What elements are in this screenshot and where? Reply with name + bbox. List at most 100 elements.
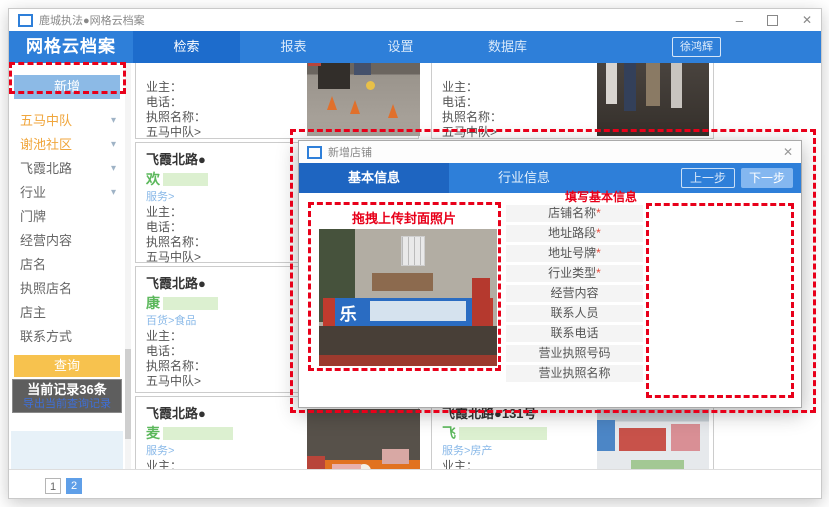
card-name: 康 xyxy=(146,293,218,313)
tab-basic-info[interactable]: 基本信息 xyxy=(299,163,449,193)
main-nav: 检索 报表 设置 数据库 xyxy=(133,31,561,63)
photo-red-cloth xyxy=(308,63,320,66)
shop-name: 飞 xyxy=(442,425,456,441)
sidebar: 新增 五马中队 ▾ 谢池社区▾ 飞霞北路 ▾ 行业 ▾ 门牌 经营内容 店名 执照店名… xyxy=(9,63,125,469)
sidebar-item-contact[interactable]: 联系方式 xyxy=(9,325,125,349)
sidebar-item-label: 店名 xyxy=(20,257,46,272)
name-redaction xyxy=(163,297,218,310)
card-field-list: 业主： 电话： 执照名称： 五马中队> xyxy=(146,205,208,265)
close-button[interactable]: ✕ xyxy=(802,13,812,27)
user-button[interactable]: 徐鸿辉 xyxy=(672,37,721,57)
field-owner: 业主： xyxy=(146,80,206,95)
photo-sign-text-red xyxy=(619,428,666,451)
field-squad-link[interactable]: 五马中队> xyxy=(146,250,208,265)
photo-blur-patch xyxy=(382,449,409,464)
nav-tab-search[interactable]: 检索 xyxy=(133,31,240,63)
query-button[interactable]: 查询 xyxy=(14,355,120,377)
nav-tab-settings[interactable]: 设置 xyxy=(347,31,454,63)
prev-step-button[interactable]: 上一步 xyxy=(681,168,735,188)
nav-tab-database[interactable]: 数据库 xyxy=(454,31,561,63)
sidebar-item-business-content[interactable]: 经营内容 xyxy=(9,229,125,253)
sidebar-item-shop-name[interactable]: 店名 xyxy=(9,253,125,277)
photo-sign-red-cap xyxy=(323,298,335,327)
photo-traffic-cone xyxy=(388,104,398,118)
dialog-close-icon[interactable]: ✕ xyxy=(783,145,793,159)
shop-name: 欢 xyxy=(146,171,160,187)
card-info: 飞霞北路● 麦 服务> 业主： xyxy=(146,405,233,469)
field-license: 执照名称： xyxy=(146,110,206,125)
record-card[interactable]: 业主： 电话： 执照名称： 五马中队> xyxy=(431,63,714,139)
sidebar-item-label: 五马中队 xyxy=(20,113,72,128)
card-category-link[interactable]: 百货>食品 xyxy=(146,313,218,329)
form-label-business-content: 经营内容 xyxy=(506,285,643,302)
storefront-photo[interactable] xyxy=(597,409,709,469)
form-label-address-number: 地址号牌* xyxy=(506,245,643,262)
photo-hanging-clothes xyxy=(646,63,659,106)
minimize-button[interactable]: – xyxy=(736,13,743,28)
chevron-down-icon[interactable]: ▾ xyxy=(111,109,116,133)
app-logo: 网格云档案 xyxy=(9,31,133,63)
card-field-list: 业主： 电话： 执照名称： 五马中队> xyxy=(146,329,218,389)
sidebar-item-label: 行业 xyxy=(20,185,46,200)
card-category-link[interactable]: 服务> xyxy=(146,189,208,205)
photo-blue-trim xyxy=(597,420,615,452)
shop-name: 康 xyxy=(146,295,160,311)
form-label-road-section: 地址路段* xyxy=(506,225,643,242)
sidebar-item-wuma-squad[interactable]: 五马中队 ▾ xyxy=(9,109,125,133)
field-squad-link[interactable]: 五马中队> xyxy=(146,374,218,389)
dialog-titlebar: 新增店铺 ✕ xyxy=(299,141,801,163)
upload-cover-photo[interactable]: 乐 xyxy=(319,229,497,366)
form-label-text: 店铺名称 xyxy=(548,206,596,220)
storefront-photo[interactable] xyxy=(307,63,420,136)
record-card[interactable]: 业主： 电话： 执照名称： 五马中队> xyxy=(135,63,419,139)
storefront-photo[interactable] xyxy=(597,63,709,136)
field-squad-link[interactable]: 五马中队> xyxy=(442,125,502,140)
field-phone: 电话： xyxy=(146,95,206,110)
form-label-text: 营业执照号码 xyxy=(538,346,610,360)
card-field-list: 业主： 电话： 执照名称： 五马中队> xyxy=(442,80,502,140)
sidebar-filter-list: 五马中队 ▾ 谢池社区▾ 飞霞北路 ▾ 行业 ▾ 门牌 经营内容 店名 执照店名 店主… xyxy=(9,109,125,349)
dialog-title: 新增店铺 xyxy=(328,144,372,160)
nav-tab-reports[interactable]: 报表 xyxy=(240,31,347,63)
photo-hanging-clothes xyxy=(606,63,617,104)
field-squad-link[interactable]: 五马中队> xyxy=(146,125,206,140)
photo-awning-box xyxy=(372,273,433,291)
required-asterisk: * xyxy=(596,206,601,220)
chevron-down-icon[interactable]: ▾ xyxy=(111,157,116,181)
dialog-tabbar: 基本信息 行业信息 上一步 下一步 xyxy=(299,163,801,193)
sidebar-item-label: 店主 xyxy=(20,305,46,320)
form-label-text: 地址路段 xyxy=(548,226,596,240)
chevron-down-icon[interactable]: ▾ xyxy=(111,133,116,157)
sidebar-item-door-plate[interactable]: 门牌 xyxy=(9,205,125,229)
photo-sign-char: 乐 xyxy=(340,300,357,325)
card-title: 飞霞北路● xyxy=(146,151,208,169)
sidebar-item-label: 经营内容 xyxy=(20,233,72,248)
tab-industry-info[interactable]: 行业信息 xyxy=(449,163,599,193)
sidebar-item-feixia-road[interactable]: 飞霞北路 ▾ xyxy=(9,157,125,181)
add-button[interactable]: 新增 xyxy=(14,75,120,99)
field-owner: 业主： xyxy=(146,459,233,469)
sidebar-item-xiechi-community[interactable]: 谢池社区▾ xyxy=(9,133,125,157)
next-step-button[interactable]: 下一步 xyxy=(741,168,793,188)
page-button-2[interactable]: 2 xyxy=(66,478,82,494)
export-link[interactable]: 导出当前查询记录 xyxy=(13,398,121,411)
card-category-link[interactable]: 服务> xyxy=(146,443,233,459)
card-category-link[interactable]: 服务>房产 xyxy=(442,443,547,459)
photo-window xyxy=(401,236,425,266)
sidebar-item-industry[interactable]: 行业 ▾ xyxy=(9,181,125,205)
maximize-button[interactable] xyxy=(767,15,778,26)
chevron-down-icon[interactable]: ▾ xyxy=(111,181,116,205)
sidebar-item-label: 飞霞北路 xyxy=(20,161,72,176)
page-button-1[interactable]: 1 xyxy=(45,478,61,494)
storefront-photo[interactable] xyxy=(307,409,420,469)
photo-red-banner xyxy=(307,456,325,469)
sidebar-item-label: 门牌 xyxy=(20,209,46,224)
photo-sign-blur xyxy=(370,301,466,321)
field-phone: 电话： xyxy=(442,95,502,110)
sidebar-item-license-name[interactable]: 执照店名 xyxy=(9,277,125,301)
sidebar-pale-panel xyxy=(11,431,123,469)
photo-base-strip xyxy=(319,355,497,366)
sidebar-item-owner[interactable]: 店主 xyxy=(9,301,125,325)
dialog-body: 乐 店铺名称* 地址路段* 地址号牌* 行业类型* 经营内容 联系人员 联系电话… xyxy=(299,193,801,407)
photo-traffic-cone xyxy=(350,100,360,114)
